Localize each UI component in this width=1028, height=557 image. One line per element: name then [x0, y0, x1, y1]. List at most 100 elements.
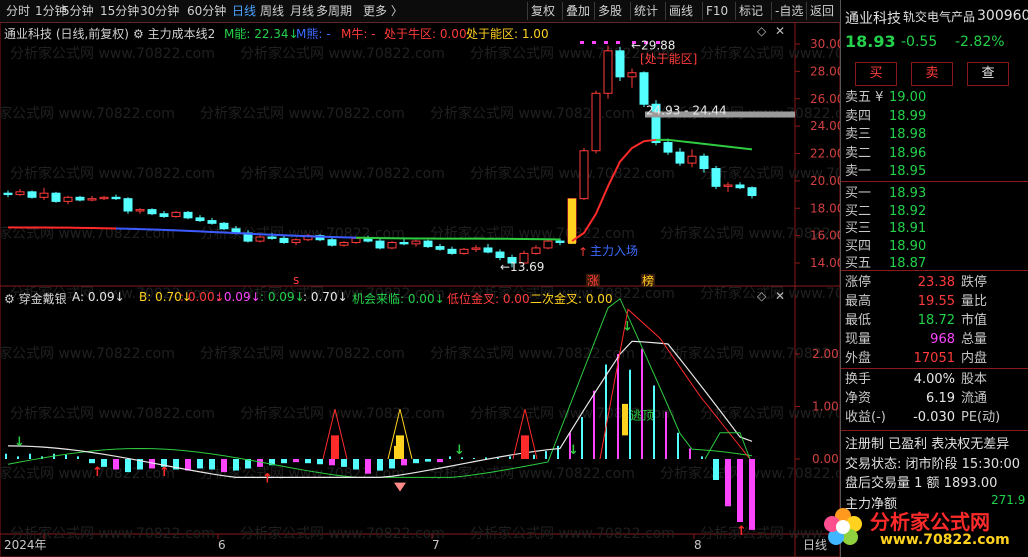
close-icon[interactable]: ✕: [775, 24, 785, 38]
candle-body: [351, 237, 361, 243]
toolbar-button-4[interactable]: 画线: [669, 3, 693, 19]
signal-arrow-icon: ↑: [92, 465, 103, 480]
signal-arrow-icon: ↓: [568, 443, 579, 458]
m-bull-value: M牛: -: [341, 27, 376, 41]
quote-row-value: 18.95: [889, 164, 927, 179]
quote-row-label: 外盘: [845, 351, 872, 366]
period-tab-3[interactable]: 15分钟: [100, 3, 139, 19]
candle-body: [591, 92, 601, 152]
range-label: 24.93 - 24.44: [646, 103, 727, 117]
candle-body: [471, 247, 481, 250]
histogram-bar: [581, 417, 583, 459]
quote-row: 卖五 ¥ 19.00: [845, 88, 1025, 107]
close-icon[interactable]: ✕: [775, 289, 785, 303]
quote-row-value: -0.030: [913, 410, 955, 425]
price-change: -0.55: [901, 34, 938, 50]
quote-row: 卖一 18.95: [845, 162, 1025, 181]
candle-body: [579, 150, 589, 200]
candle-body: [75, 196, 85, 201]
period-tab-8[interactable]: 月线: [290, 3, 314, 19]
y-tick-label: 2.00: [812, 347, 839, 361]
toolbar-button-7[interactable]: -自选: [775, 3, 803, 19]
quote-row-value: 18.98: [889, 127, 927, 142]
sub-v2-value: : 0.09↓: [216, 290, 261, 304]
candle-body: [411, 240, 421, 245]
signal-arrow-icon: ↓: [14, 435, 25, 450]
period-tab-4[interactable]: 30分钟: [140, 3, 179, 19]
watermark-text: 分析家公式网 www.70822.com: [10, 165, 215, 182]
period-tab-6[interactable]: 日线: [232, 3, 256, 19]
sell-button[interactable]: 卖: [911, 62, 953, 86]
quote-row-label: 收益(-): [845, 410, 886, 425]
toolbar-button-8[interactable]: 返回: [810, 3, 834, 19]
settings-icon[interactable]: ⚙: [133, 27, 144, 41]
settings-icon[interactable]: ⚙: [4, 292, 15, 306]
candle-body: [663, 142, 673, 153]
candle-body: [147, 209, 157, 215]
candle-body: [339, 241, 349, 246]
sub-v4-value: : 0.70↓: [303, 290, 348, 304]
quote-row-value: 18.93: [889, 186, 927, 201]
quote-row-label: 卖四: [845, 108, 872, 124]
histogram-bar: [293, 459, 299, 463]
histogram-bar: [725, 459, 731, 507]
toolbar-button-1[interactable]: 叠加: [566, 3, 590, 19]
histogram-bar: [665, 411, 667, 459]
expand-icon[interactable]: ◇: [757, 24, 766, 38]
y-tick-label: 16.00: [810, 229, 840, 243]
quote-row: 卖三 18.98: [845, 125, 1025, 144]
candle-body: [171, 211, 181, 217]
candle-body: [495, 251, 505, 259]
candle-body: [63, 196, 73, 202]
expand-icon[interactable]: ◇: [757, 289, 766, 303]
toolbar-button-0[interactable]: 复权: [531, 3, 555, 19]
buy-button[interactable]: 买: [855, 62, 897, 86]
candle-body: [735, 184, 745, 189]
candle-body: [207, 220, 217, 224]
query-button[interactable]: 查: [967, 62, 1009, 86]
tag-zhang: 涨: [587, 273, 599, 288]
toolbar-button-2[interactable]: 多股: [598, 3, 622, 19]
quote-row-right-label: 内盘: [961, 351, 988, 366]
toolbar-button-3[interactable]: 统计: [634, 3, 658, 19]
signal-arrow-icon: ↓: [622, 319, 633, 334]
candle-body: [627, 72, 637, 78]
in-energy-zone-value: 处于能区: 1.00: [466, 27, 549, 41]
candle-body: [543, 240, 553, 249]
watermark-text: 分析家公式网 www.70822.com: [0, 345, 175, 362]
candle-body: [387, 241, 397, 249]
period-tab-0[interactable]: 分时: [6, 3, 30, 19]
watermark-text: 分析家公式网 www.70822.com: [240, 525, 445, 542]
quote-row-value: 6.19: [926, 391, 955, 406]
period-tab-9[interactable]: 多周期: [316, 3, 352, 19]
toolbar-button-6[interactable]: 标记: [739, 3, 763, 19]
toolbar-button-5[interactable]: F10: [706, 3, 728, 19]
histogram-bar: [677, 432, 679, 459]
quote-row-value: 18.96: [889, 145, 927, 161]
x-tick-label: 7: [432, 538, 440, 552]
quote-row-label: 最高: [845, 294, 872, 309]
period-tab-10[interactable]: 更多 〉: [363, 3, 403, 19]
toolbar-separator: [562, 2, 563, 20]
candle-body: [219, 222, 229, 230]
toolbar-separator: [702, 2, 703, 20]
candle-body: [555, 240, 565, 243]
y-tick-label: 1.00: [812, 400, 839, 414]
candle-body: [699, 155, 709, 170]
period-tab-5[interactable]: 60分钟: [187, 3, 226, 19]
candle-body: [3, 192, 13, 196]
period-tab-2[interactable]: 5分钟: [62, 3, 94, 19]
histogram-bar: [221, 459, 227, 473]
histogram-bar: [257, 459, 263, 467]
period-tab-7[interactable]: 周线: [260, 3, 284, 19]
signal-arrow-icon: ↑: [262, 472, 273, 487]
indicator-menu[interactable]: ⚙ 主力成本线2: [133, 25, 215, 42]
cost-line-red: [7, 226, 117, 230]
subchart-menu[interactable]: ⚙ 穿金戴银: [4, 290, 67, 307]
high-price-label: ←29.88: [631, 39, 675, 53]
watermark-text: 分析家公式网 www.70822.com: [0, 465, 175, 482]
quote-row-right-label: 总量: [961, 332, 988, 347]
entry-bar: [568, 198, 576, 244]
candle-body: [123, 198, 133, 212]
watermark-text: 分析家公式网 www.70822.com: [200, 105, 405, 122]
